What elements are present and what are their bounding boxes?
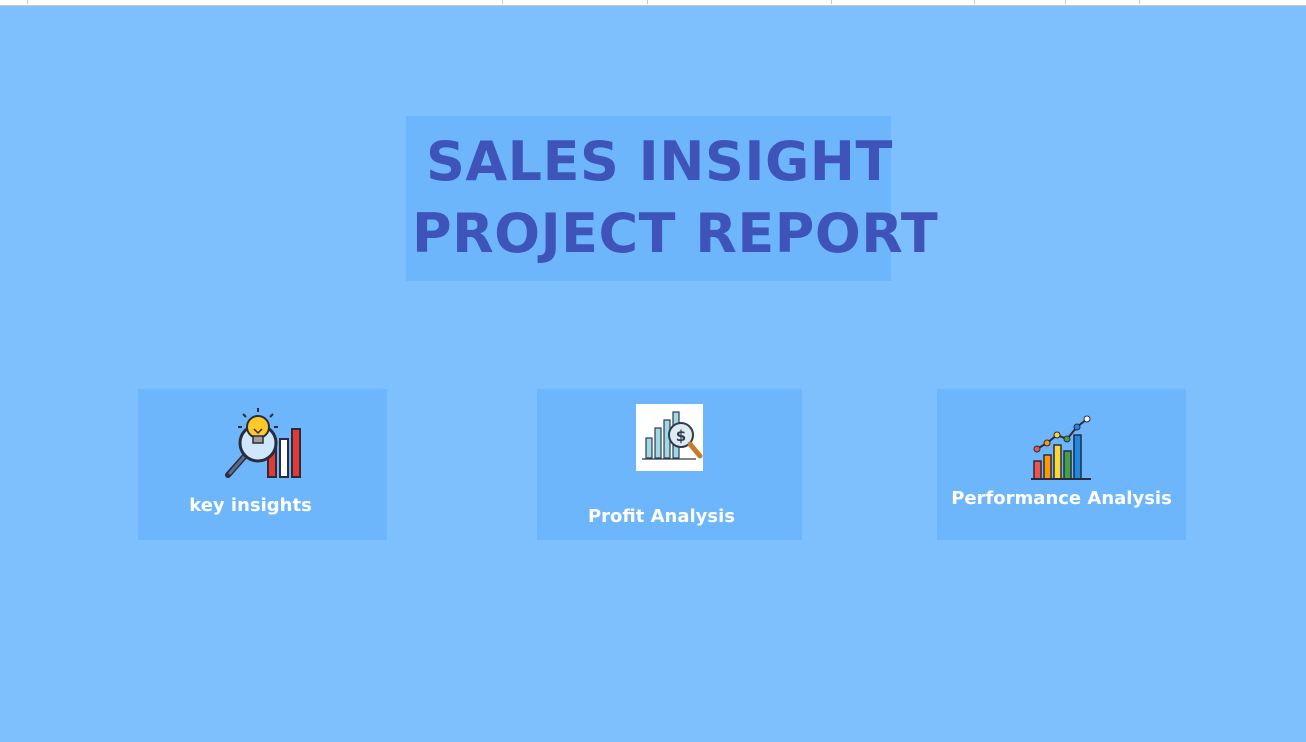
svg-text:$: $ (676, 427, 686, 445)
key-insights-button[interactable]: key insights (138, 389, 387, 540)
profit-analysis-label: Profit Analysis (587, 506, 736, 527)
title-line-2: PROJECT REPORT (412, 202, 939, 265)
performance-analysis-label: Performance Analysis (951, 488, 1172, 509)
performance-analysis-button[interactable]: Performance Analysis (937, 389, 1186, 540)
lightbulb-magnifier-chart-icon (224, 405, 302, 481)
title-box: SALES INSIGHT PROJECT REPORT (406, 116, 938, 281)
growth-bar-line-chart-icon (1029, 415, 1095, 483)
ribbon-separator (502, 0, 503, 4)
ribbon-separator (831, 0, 832, 4)
ribbon-separator (27, 0, 28, 4)
title-line-1: SALES INSIGHT (426, 130, 893, 193)
dollar-magnifier-chart-icon: $ (636, 404, 703, 471)
ribbon-separator (1139, 0, 1140, 4)
key-insights-label: key insights (189, 495, 312, 516)
report-canvas: SALES INSIGHT PROJECT REPORT key insight… (0, 6, 1306, 742)
ribbon-separator (647, 0, 648, 4)
profit-analysis-button[interactable]: $ Profit Analysis (537, 389, 802, 540)
ribbon-separator (1065, 0, 1066, 4)
ribbon-separator (974, 0, 975, 4)
